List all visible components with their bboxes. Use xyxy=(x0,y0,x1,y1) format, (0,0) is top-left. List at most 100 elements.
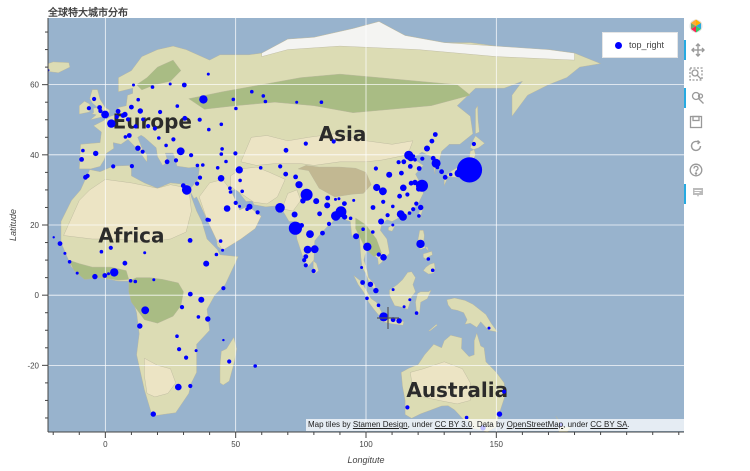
city-point xyxy=(146,124,151,129)
hover-tool-icon[interactable] xyxy=(684,184,710,204)
city-point xyxy=(99,249,104,254)
city-point xyxy=(380,253,387,261)
city-point xyxy=(206,72,210,76)
city-point xyxy=(141,117,145,122)
city-point xyxy=(303,245,312,254)
city-point xyxy=(385,213,390,218)
city-point xyxy=(299,223,304,228)
city-point xyxy=(152,278,156,282)
city-point xyxy=(92,273,98,280)
help-tool-icon[interactable] xyxy=(684,160,708,180)
city-point xyxy=(439,169,444,175)
city-point xyxy=(414,311,419,315)
city-point xyxy=(195,181,200,186)
city-point xyxy=(81,148,85,153)
city-point xyxy=(215,166,220,170)
city-point xyxy=(365,296,369,301)
city-point xyxy=(250,89,254,94)
city-point xyxy=(164,159,170,165)
city-point xyxy=(361,227,365,231)
stamen-link[interactable]: Stamen Design xyxy=(353,420,408,429)
city-point xyxy=(238,204,242,208)
city-point xyxy=(348,216,353,221)
city-point xyxy=(199,95,208,104)
city-point xyxy=(224,159,228,164)
city-point xyxy=(371,230,375,234)
city-point xyxy=(123,135,128,139)
city-point xyxy=(79,157,84,162)
city-point xyxy=(391,204,395,209)
city-point xyxy=(407,164,413,169)
city-point xyxy=(459,169,465,175)
cc-by-sa-link[interactable]: CC BY SA xyxy=(590,420,627,429)
city-point xyxy=(310,245,319,254)
city-point xyxy=(143,251,147,255)
city-point xyxy=(324,202,331,209)
city-point xyxy=(136,97,140,102)
city-point xyxy=(411,207,416,212)
city-point xyxy=(417,214,421,218)
city-point xyxy=(107,272,110,276)
openstreetmap-link[interactable]: OpenStreetMap xyxy=(507,420,563,429)
save-tool-icon[interactable] xyxy=(684,112,708,132)
city-point xyxy=(396,160,401,165)
city-point xyxy=(430,268,435,273)
city-point xyxy=(184,355,189,360)
city-point xyxy=(416,166,422,171)
attribution-text: Map tiles by xyxy=(308,420,353,429)
city-point xyxy=(86,106,91,111)
city-point xyxy=(376,252,381,257)
y-tick-label: 20 xyxy=(30,221,39,230)
city-point xyxy=(487,326,491,330)
city-point xyxy=(391,223,395,227)
city-point xyxy=(67,260,72,264)
city-point xyxy=(303,254,309,259)
city-point xyxy=(295,100,299,104)
city-point xyxy=(52,236,55,239)
legend-label: top_right xyxy=(629,40,665,50)
city-point xyxy=(331,211,341,221)
city-point xyxy=(311,268,316,274)
city-point xyxy=(320,230,325,236)
city-point xyxy=(122,111,128,118)
city-point xyxy=(101,110,109,119)
city-point xyxy=(182,115,188,121)
legend[interactable]: top_right xyxy=(602,32,678,58)
y-tick-label: 60 xyxy=(30,81,39,90)
city-point xyxy=(133,279,138,284)
city-point xyxy=(173,158,179,163)
city-point xyxy=(214,252,219,257)
city-point xyxy=(187,291,193,297)
city-point xyxy=(367,281,374,287)
x-tick-label: 0 xyxy=(103,440,108,449)
land-nz-south xyxy=(539,437,559,458)
city-point xyxy=(228,186,232,190)
city-point xyxy=(75,271,79,275)
city-point xyxy=(189,153,194,158)
city-point xyxy=(198,296,205,303)
city-point xyxy=(373,287,379,294)
reset-tool-icon[interactable] xyxy=(684,136,708,156)
wheel-zoom-tool-icon[interactable] xyxy=(684,88,710,108)
city-point xyxy=(57,241,63,247)
city-point xyxy=(360,280,365,285)
map-plot[interactable]: EuropeAsiaAfricaAustralia 0 50 100 150-2002… xyxy=(0,0,750,471)
bokeh-logo-icon[interactable] xyxy=(684,16,708,36)
city-point xyxy=(306,230,314,239)
pan-tool-icon[interactable] xyxy=(684,40,710,60)
city-point xyxy=(319,100,324,104)
city-point xyxy=(125,117,131,122)
city-point xyxy=(98,108,103,114)
box-zoom-tool-icon[interactable] xyxy=(684,64,708,84)
city-point xyxy=(141,306,150,315)
x-axis-title: Longitute xyxy=(347,455,384,465)
city-point xyxy=(391,288,395,292)
cc-by-link[interactable]: CC BY 3.0 xyxy=(435,420,473,429)
city-point xyxy=(140,149,145,154)
city-point xyxy=(188,383,193,389)
city-point xyxy=(175,383,182,391)
city-point xyxy=(373,166,378,171)
city-point xyxy=(293,174,298,180)
city-point xyxy=(219,152,224,156)
city-point xyxy=(400,184,407,192)
